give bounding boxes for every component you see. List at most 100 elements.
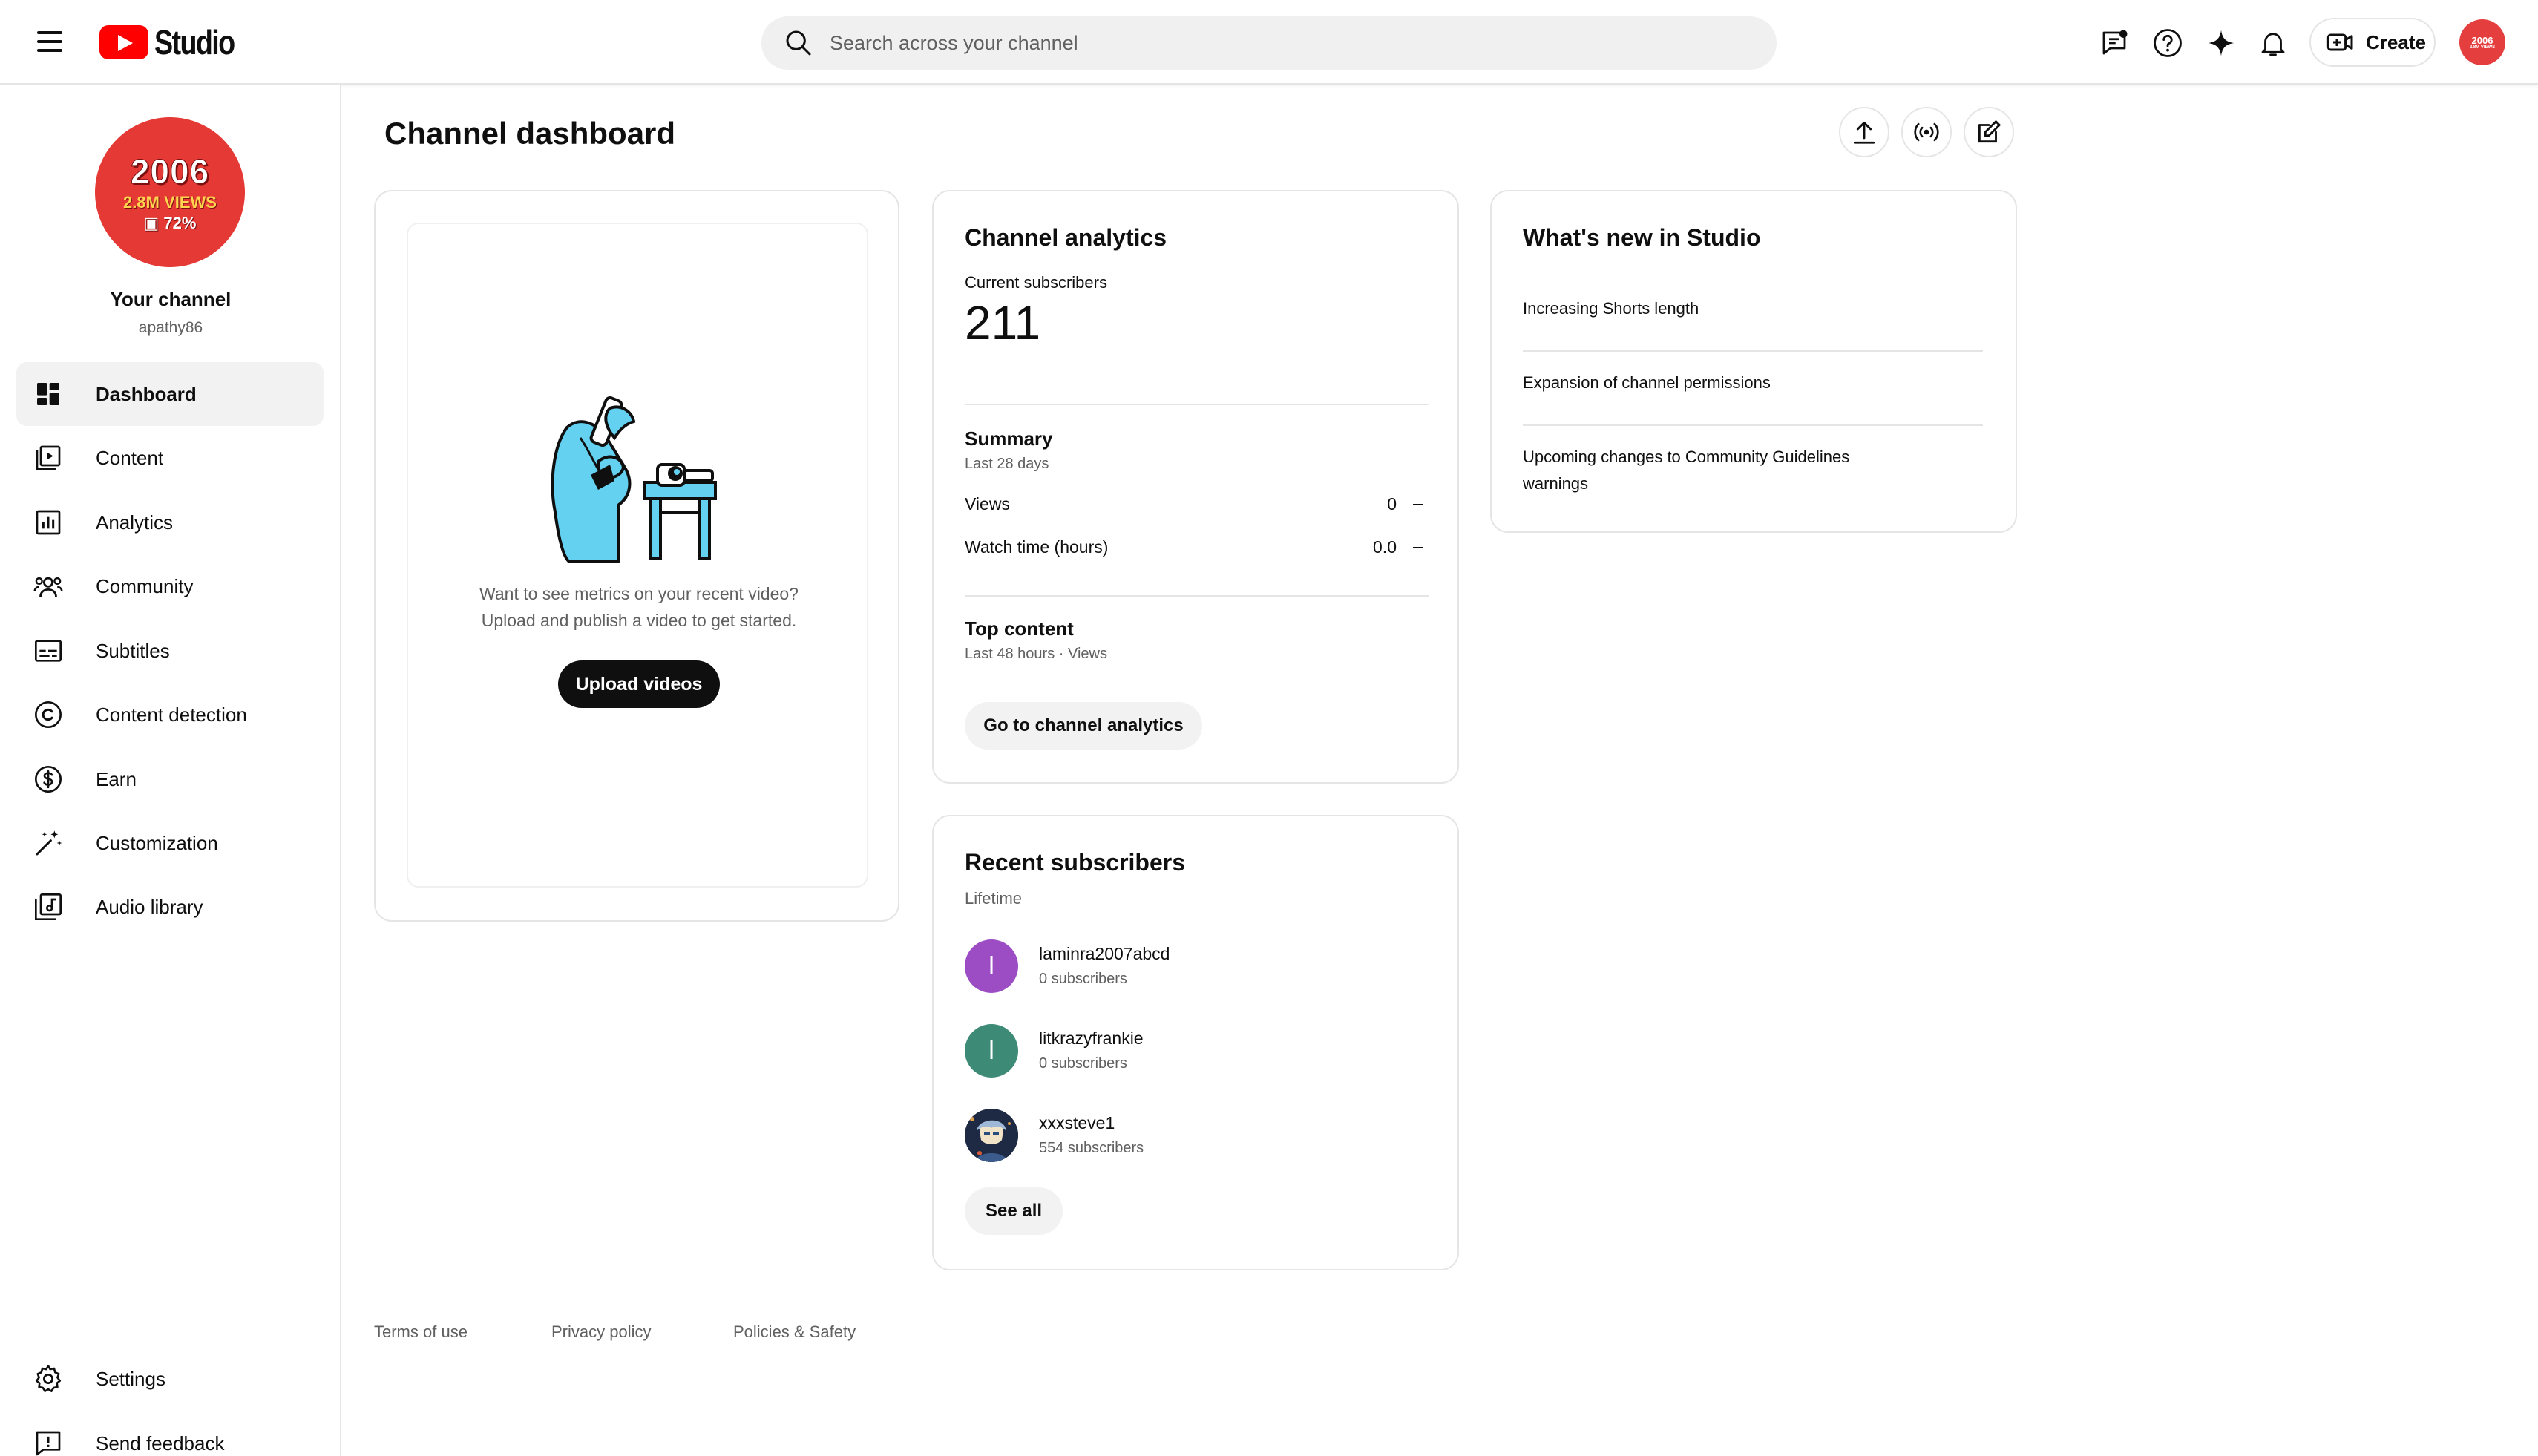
- subscriber-count: 0 subscribers: [1039, 971, 1127, 987]
- divider: [965, 404, 1429, 405]
- whats-new-card: What's new in Studio Increasing Shorts l…: [1490, 190, 2017, 533]
- account-avatar[interactable]: 2006 2.8M VIEWS: [2459, 19, 2505, 65]
- recent-subscribers-period: Lifetime: [965, 889, 1023, 908]
- analytics-icon: [31, 505, 65, 540]
- channel-analytics-card: Channel analytics Current subscribers 21…: [932, 190, 1459, 784]
- sidebar-item-customization[interactable]: Customization: [16, 811, 324, 875]
- empty-state-line-1: Want to see metrics on your recent video…: [479, 584, 799, 603]
- subscriber-name: xxxsteve1: [1039, 1113, 1115, 1132]
- subscriber-row[interactable]: l laminra2007abcd 0 subscribers: [965, 939, 1425, 994]
- go-to-channel-analytics-button[interactable]: Go to channel analytics: [965, 702, 1202, 750]
- search-icon: [786, 30, 811, 56]
- upload-icon: [1853, 121, 1875, 144]
- studio-logo[interactable]: Studio: [99, 22, 252, 62]
- subscriber-name: laminra2007abcd: [1039, 944, 1170, 963]
- help-icon[interactable]: [2151, 26, 2185, 60]
- subscriber-avatar: [965, 1109, 1018, 1162]
- live-broadcast-icon: [1914, 122, 1939, 142]
- recent-subscribers-card: Recent subscribers Lifetime l laminra200…: [932, 815, 1459, 1270]
- edit-icon: [1978, 120, 2001, 143]
- divider: [965, 595, 1429, 597]
- subtitles-icon: [31, 634, 65, 668]
- create-label: Create: [2366, 30, 2426, 53]
- community-icon: [31, 569, 65, 603]
- go-live-button[interactable]: [1901, 107, 1952, 157]
- sidebar-item-dashboard[interactable]: Dashboard: [16, 362, 324, 426]
- left-sidebar: 2006 2.8M VIEWS ▣ 72% Your channel apath…: [0, 85, 341, 1456]
- notifications-bell-icon[interactable]: [2256, 26, 2290, 60]
- subscriber-name: litkrazyfrankie: [1039, 1029, 1144, 1048]
- subscriber-row[interactable]: l litkrazyfrankie 0 subscribers: [965, 1024, 1425, 1079]
- channel-avatar-year: 2006: [130, 152, 210, 191]
- top-app-bar: Studio Create 2006 2.8M VIEWS: [0, 0, 2538, 85]
- sidebar-item-label: Content detection: [96, 703, 247, 726]
- sidebar-item-earn[interactable]: Earn: [16, 747, 324, 811]
- top-content-title: Top content: [965, 617, 1074, 640]
- channel-analytics-title: Channel analytics: [965, 224, 1167, 251]
- summary-period: Last 28 days: [965, 456, 1049, 472]
- sidebar-item-settings[interactable]: Settings: [16, 1347, 324, 1411]
- upload-videos-button[interactable]: Upload videos: [558, 660, 720, 708]
- privacy-policy-link[interactable]: Privacy policy: [551, 1322, 651, 1342]
- sidebar-item-label: Analytics: [96, 511, 174, 534]
- sidebar-item-content-detection[interactable]: Content detection: [16, 683, 324, 747]
- sidebar-item-audio-library[interactable]: Audio library: [16, 875, 324, 939]
- subscriber-row[interactable]: xxxsteve1 554 subscribers: [965, 1109, 1425, 1164]
- channel-avatar[interactable]: 2006 2.8M VIEWS ▣ 72%: [95, 117, 245, 267]
- sidebar-item-label: Community: [96, 574, 194, 597]
- sidebar-item-label: Audio library: [96, 895, 203, 918]
- search-bar[interactable]: [761, 16, 1777, 70]
- views-value: 0: [1387, 494, 1397, 514]
- account-avatar-sub: 2.8M VIEWS: [2469, 45, 2496, 50]
- sidebar-item-community[interactable]: Community: [16, 554, 324, 618]
- sidebar-item-label: Settings: [96, 1367, 165, 1390]
- recent-video-empty-state: Want to see metrics on your recent video…: [407, 223, 868, 888]
- subscriber-avatar: l: [965, 939, 1018, 993]
- page-title: Channel dashboard: [384, 116, 676, 151]
- youtube-play-icon: [99, 25, 148, 59]
- views-label: Views: [965, 494, 1010, 514]
- terms-of-use-link[interactable]: Terms of use: [374, 1322, 468, 1342]
- sidebar-item-label: Earn: [96, 767, 137, 790]
- copyright-icon: [31, 698, 65, 732]
- views-trend-dash: [1413, 504, 1423, 505]
- whats-new-item[interactable]: Upcoming changes to Community Guidelines…: [1523, 444, 1909, 497]
- channel-avatar-percent-value: 72%: [163, 214, 197, 232]
- account-avatar-year: 2006: [2471, 34, 2493, 46]
- studio-logo-text: Studio: [154, 23, 235, 62]
- dollar-icon: [31, 762, 65, 796]
- watch-time-label: Watch time (hours): [965, 537, 1109, 557]
- whats-new-title: What's new in Studio: [1523, 224, 1761, 251]
- see-all-button[interactable]: See all: [965, 1187, 1063, 1235]
- create-button[interactable]: Create: [2309, 18, 2436, 67]
- dashboard-icon: [31, 377, 65, 411]
- whats-new-item[interactable]: Expansion of channel permissions: [1523, 370, 1983, 396]
- menu-icon[interactable]: [31, 25, 68, 59]
- current-subscribers-label: Current subscribers: [965, 273, 1107, 292]
- sidebar-item-label: Dashboard: [96, 382, 197, 405]
- content-icon: [31, 441, 65, 475]
- empty-state-line-2: Upload and publish a video to get starte…: [481, 611, 797, 630]
- subscriber-count: 0 subscribers: [1039, 1055, 1127, 1072]
- top-content-period: Last 48 hours · Views: [965, 646, 1107, 662]
- sidebar-item-content[interactable]: Content: [16, 426, 324, 490]
- channel-title: Your channel: [110, 288, 232, 310]
- sidebar-item-analytics[interactable]: Analytics: [16, 491, 324, 554]
- sidebar-item-subtitles[interactable]: Subtitles: [16, 619, 324, 683]
- divider: [1523, 424, 1983, 426]
- gear-icon: [31, 1362, 65, 1396]
- sidebar-item-label: Content: [96, 446, 164, 469]
- upload-button[interactable]: [1839, 107, 1889, 157]
- feedback-icon: [31, 1426, 65, 1456]
- policies-safety-link[interactable]: Policies & Safety: [733, 1322, 856, 1342]
- sparkle-icon[interactable]: [2204, 26, 2238, 60]
- sidebar-item-label: Send feedback: [96, 1432, 225, 1455]
- audio-library-icon: [31, 890, 65, 924]
- create-post-button[interactable]: [1964, 107, 2014, 157]
- search-input[interactable]: [830, 31, 1720, 55]
- comment-icon[interactable]: [2097, 26, 2131, 60]
- whats-new-item[interactable]: Increasing Shorts length: [1523, 295, 1983, 322]
- subscriber-photo: [965, 1109, 1018, 1162]
- sidebar-item-label: Customization: [96, 831, 218, 854]
- sidebar-item-send-feedback[interactable]: Send feedback: [16, 1411, 324, 1456]
